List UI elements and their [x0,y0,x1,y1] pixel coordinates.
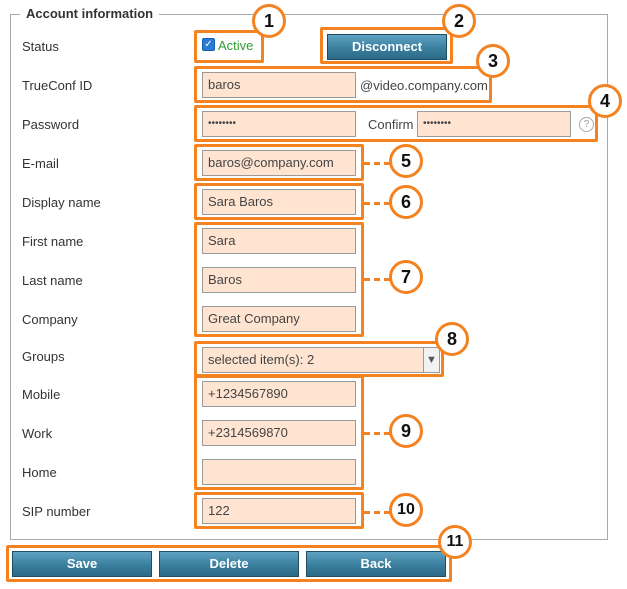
connector-7 [364,278,390,281]
highlight-11 [6,545,452,582]
callout-badge-11: 11 [438,525,472,559]
last-name-label: Last name [22,273,83,288]
highlight-3 [194,66,492,103]
callout-badge-1: 1 [252,4,286,38]
home-label: Home [22,465,57,480]
highlight-4 [194,105,598,142]
callout-badge-7: 7 [389,260,423,294]
status-label: Status [22,39,59,54]
connector-5 [364,162,390,165]
highlight-1 [194,30,264,63]
sip-number-label: SIP number [22,504,91,519]
callout-badge-6: 6 [389,185,423,219]
display-name-label: Display name [22,195,101,210]
connector-6 [364,202,390,205]
highlight-9 [194,375,364,490]
highlight-2 [320,27,453,64]
fieldset-legend: Account information [20,6,160,21]
callout-badge-9: 9 [389,414,423,448]
highlight-8 [194,341,444,377]
connector-9 [364,432,390,435]
highlight-6 [194,183,364,220]
callout-badge-5: 5 [389,144,423,178]
work-label: Work [22,426,53,441]
groups-label: Groups [22,349,65,364]
callout-badge-10: 10 [389,493,423,527]
highlight-7 [194,222,364,337]
email-label: E-mail [22,156,59,171]
callout-badge-2: 2 [442,4,476,38]
highlight-5 [194,144,364,181]
password-label: Password [22,117,80,132]
callout-badge-8: 8 [435,322,469,356]
callout-badge-4: 4 [588,84,622,118]
callout-badge-3: 3 [476,44,510,78]
company-label: Company [22,312,78,327]
first-name-label: First name [22,234,84,249]
connector-10 [364,511,390,514]
mobile-label: Mobile [22,387,61,402]
trueconf-id-label: TrueConf ID [22,78,93,93]
highlight-10 [194,492,364,529]
